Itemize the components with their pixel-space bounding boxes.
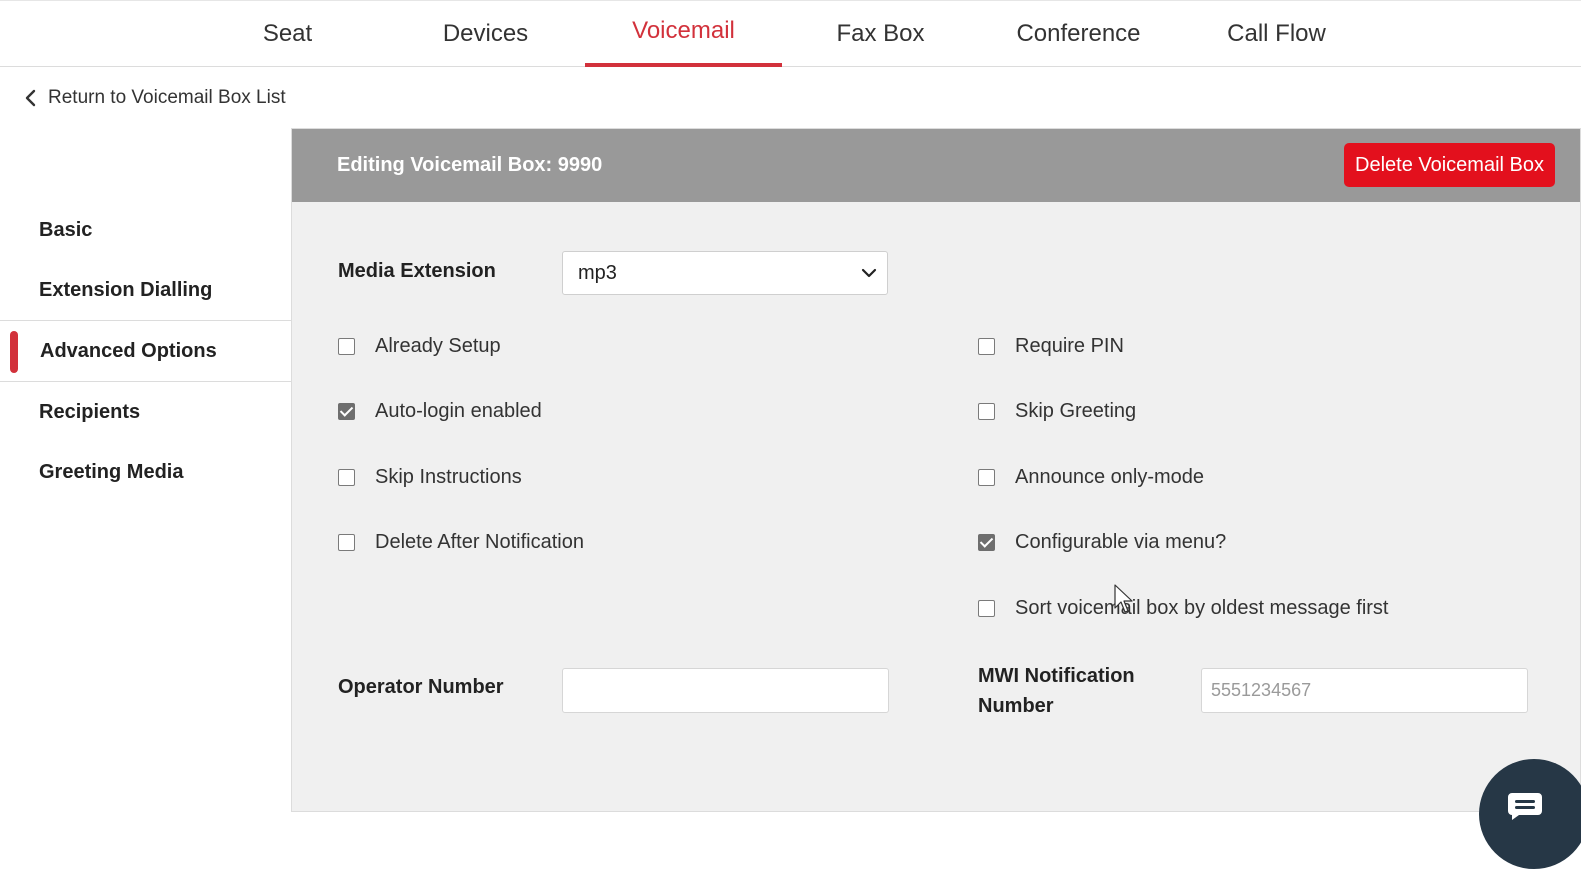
delete-after-notification-checkbox[interactable] — [338, 533, 355, 551]
checkbox-label: Require PIN — [1015, 334, 1124, 357]
nav-item-label: Recipients — [39, 400, 141, 423]
tab-seat[interactable]: Seat — [189, 1, 386, 67]
mouse-cursor-icon — [1114, 584, 1133, 613]
nav-item-label: Basic — [39, 218, 93, 241]
checkbox-row-already-setup: Already Setup — [338, 331, 501, 361]
tab-label: Voicemail — [632, 17, 735, 44]
tab-label: Devices — [442, 20, 529, 47]
chevron-down-icon — [861, 268, 877, 278]
checkbox-row-auto-login: Auto-login enabled — [338, 396, 542, 426]
checkbox-label: Delete After Notification — [375, 530, 584, 553]
mwi-label-line1: MWI Notification — [978, 665, 1135, 687]
side-navigation: Basic Extension Dialling Advanced Option… — [0, 200, 292, 502]
checkbox-row-sort-oldest-first: Sort voicemail box by oldest message fir… — [978, 593, 1389, 623]
media-extension-select[interactable]: mp3 — [562, 251, 888, 295]
mwi-notification-number-input[interactable] — [1201, 668, 1528, 713]
checkbox-row-delete-after-notification: Delete After Notification — [338, 527, 584, 557]
checkbox-label: Already Setup — [375, 334, 501, 357]
tab-label: Conference — [1016, 20, 1141, 47]
configurable-via-menu-checkbox[interactable] — [978, 533, 995, 551]
checkbox-row-configurable-via-menu: Configurable via menu? — [978, 527, 1226, 557]
auto-login-checkbox[interactable] — [338, 402, 355, 420]
tab-fax-box[interactable]: Fax Box — [782, 1, 979, 67]
tab-conference[interactable]: Conference — [980, 1, 1177, 67]
require-pin-checkbox[interactable] — [978, 337, 995, 355]
panel-title: Editing Voicemail Box: 9990 — [337, 154, 603, 176]
return-to-voicemail-list-link[interactable]: Return to Voicemail Box List — [22, 84, 286, 112]
tab-devices[interactable]: Devices — [387, 1, 584, 67]
nav-item-label: Greeting Media — [39, 460, 184, 483]
media-extension-label: Media Extension — [338, 260, 496, 282]
back-link-label: Return to Voicemail Box List — [48, 87, 286, 108]
mwi-label-line2: Number — [978, 695, 1054, 717]
tab-voicemail[interactable]: Voicemail — [585, 1, 782, 67]
tab-label: Fax Box — [836, 20, 925, 47]
announce-only-mode-checkbox[interactable] — [978, 468, 995, 486]
checkbox-row-skip-instructions: Skip Instructions — [338, 462, 522, 492]
delete-voicemail-box-button[interactable]: Delete Voicemail Box — [1344, 143, 1555, 187]
top-tab-bar: Seat Devices Voicemail Fax Box Conferenc… — [0, 0, 1581, 67]
tab-label: Seat — [262, 20, 313, 47]
already-setup-checkbox[interactable] — [338, 337, 355, 355]
skip-instructions-checkbox[interactable] — [338, 468, 355, 486]
operator-number-label: Operator Number — [338, 676, 504, 698]
nav-item-label: Extension Dialling — [39, 278, 213, 301]
nav-item-advanced-options[interactable]: Advanced Options — [0, 320, 292, 382]
checkbox-label: Skip Instructions — [375, 465, 522, 488]
checkbox-label: Auto-login enabled — [375, 399, 542, 422]
mwi-notification-number-label: MWI Notification Number — [978, 661, 1135, 721]
nav-item-label: Advanced Options — [40, 339, 217, 362]
nav-item-greeting-media[interactable]: Greeting Media — [0, 442, 292, 502]
nav-item-recipients[interactable]: Recipients — [0, 382, 292, 442]
chevron-left-icon — [25, 89, 36, 107]
checkbox-label: Skip Greeting — [1015, 399, 1137, 422]
operator-number-input[interactable] — [562, 668, 889, 713]
checkbox-row-skip-greeting: Skip Greeting — [978, 396, 1136, 426]
nav-item-basic[interactable]: Basic — [0, 200, 292, 260]
tab-call-flow[interactable]: Call Flow — [1178, 1, 1375, 67]
checkbox-label: Announce only-mode — [1015, 465, 1205, 488]
sort-oldest-first-checkbox[interactable] — [978, 599, 995, 617]
checkbox-row-require-pin: Require PIN — [978, 331, 1124, 361]
checkbox-label: Configurable via menu? — [1015, 530, 1227, 553]
checkbox-label: Sort voicemail box by oldest message fir… — [1015, 596, 1389, 619]
advanced-options-panel: Editing Voicemail Box: 9990 Delete Voice… — [291, 128, 1581, 812]
tab-label: Call Flow — [1227, 20, 1326, 47]
panel-header: Editing Voicemail Box: 9990 Delete Voice… — [292, 129, 1580, 202]
chat-icon — [1508, 793, 1542, 820]
media-extension-value: mp3 — [578, 262, 617, 284]
nav-item-extension-dialling[interactable]: Extension Dialling — [0, 260, 292, 320]
checkbox-row-announce-only: Announce only-mode — [978, 462, 1204, 492]
skip-greeting-checkbox[interactable] — [978, 402, 995, 420]
